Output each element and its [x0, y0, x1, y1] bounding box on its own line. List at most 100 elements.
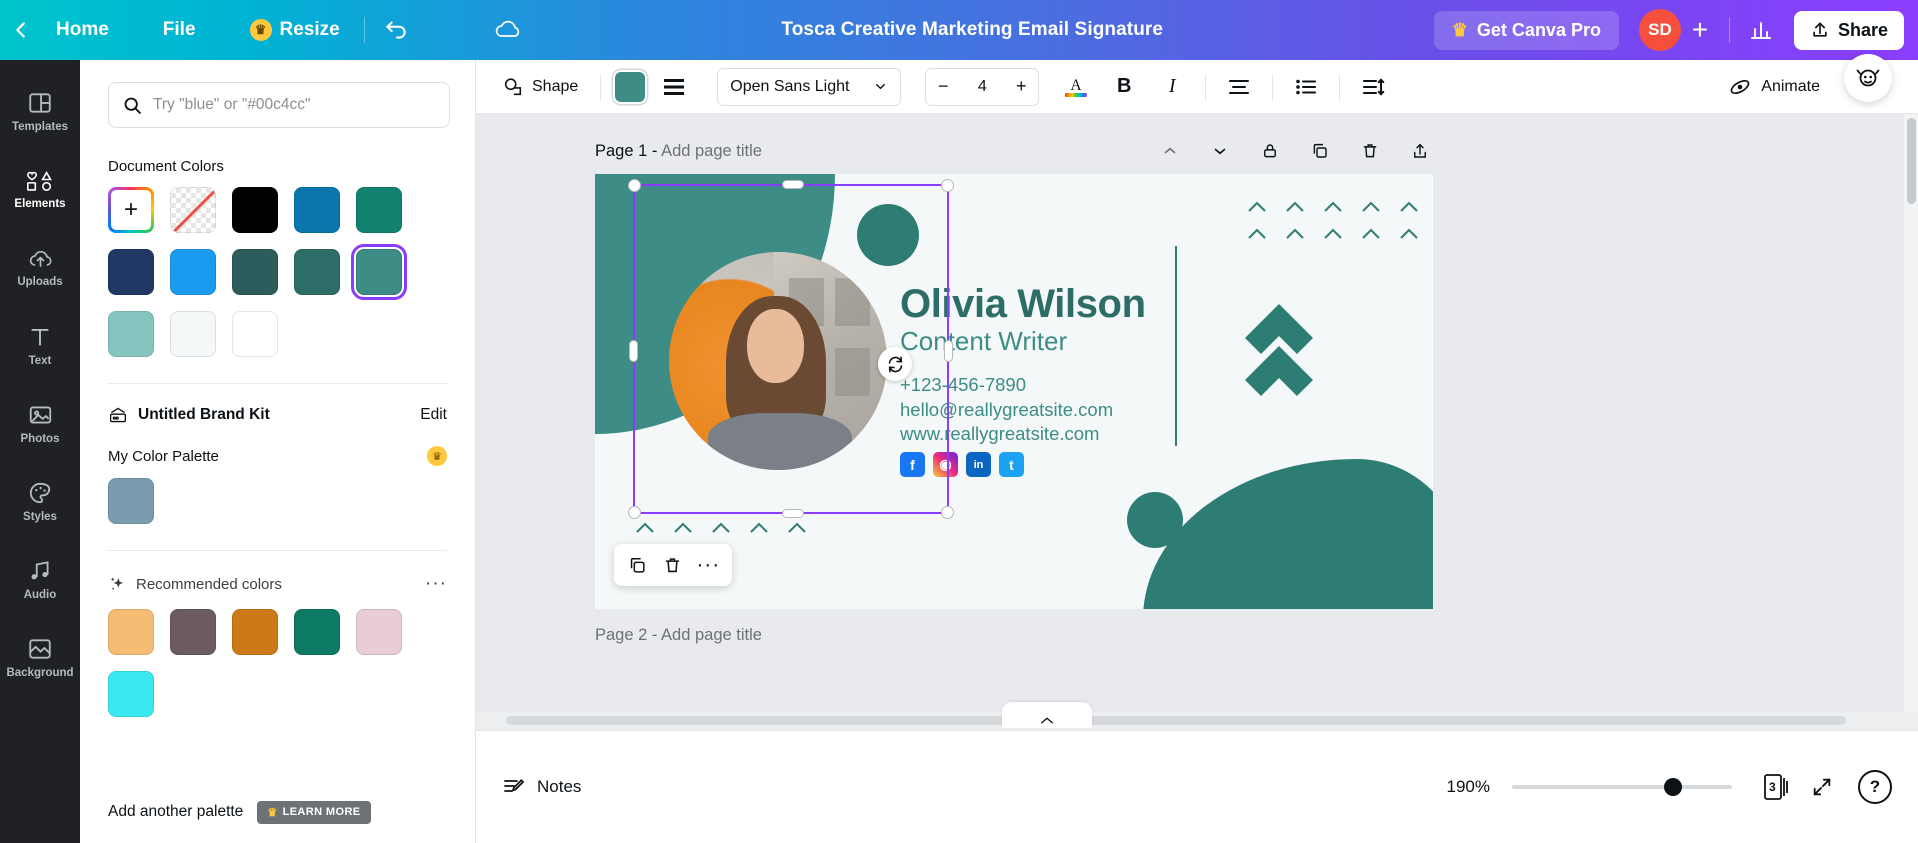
- page-manager-button[interactable]: 3: [1758, 769, 1794, 805]
- color-swatch-navy[interactable]: [108, 249, 154, 295]
- zoom-slider-knob[interactable]: [1664, 778, 1682, 796]
- sidebar-item-audio[interactable]: Audio: [0, 540, 80, 618]
- more-icon[interactable]: ···: [693, 550, 723, 580]
- back-button[interactable]: [0, 19, 42, 41]
- font-size-increase-button[interactable]: +: [1004, 76, 1038, 97]
- file-menu[interactable]: File: [149, 13, 210, 47]
- no-color-swatch[interactable]: [170, 187, 216, 233]
- color-swatch-teal-selected[interactable]: [351, 244, 407, 300]
- notes-button[interactable]: Notes: [502, 775, 581, 799]
- vertical-scrollbar[interactable]: [1904, 114, 1918, 722]
- page-label[interactable]: Page 1 - Add page title: [595, 142, 762, 161]
- recommended-swatch-mauve[interactable]: [170, 609, 216, 655]
- cloud-status-button[interactable]: [487, 9, 529, 51]
- recommended-swatch-sand[interactable]: [108, 609, 154, 655]
- sidebar-item-elements[interactable]: Elements: [0, 150, 80, 228]
- animate-label: Animate: [1761, 77, 1820, 95]
- recommended-swatch-ochre[interactable]: [232, 609, 278, 655]
- zoom-level-label[interactable]: 190%: [1447, 777, 1490, 797]
- color-swatch-green-teal[interactable]: [356, 187, 402, 233]
- signature-website[interactable]: www.reallygreatsite.com: [900, 422, 1113, 447]
- italic-button[interactable]: I: [1153, 68, 1191, 106]
- bullet-list-button[interactable]: [1287, 68, 1325, 106]
- vertical-scroll-thumb[interactable]: [1907, 118, 1916, 204]
- assistant-button[interactable]: [1844, 54, 1892, 102]
- duplicate-icon[interactable]: [623, 550, 653, 580]
- font-size-stepper[interactable]: − 4 +: [925, 67, 1040, 106]
- fullscreen-button[interactable]: [1802, 767, 1842, 807]
- signature-name[interactable]: Olivia Wilson: [900, 282, 1146, 327]
- color-swatch-teal-dark[interactable]: [294, 249, 340, 295]
- horizontal-scroll-thumb[interactable]: [506, 716, 1846, 725]
- fill-color-button[interactable]: [615, 71, 646, 102]
- text-color-button[interactable]: A: [1057, 68, 1095, 106]
- collapse-panel-tab[interactable]: [1002, 702, 1092, 728]
- collapse-page-icon[interactable]: [1157, 138, 1183, 164]
- lock-page-icon[interactable]: [1257, 138, 1283, 164]
- twitter-icon[interactable]: t: [999, 452, 1024, 477]
- get-canva-pro-button[interactable]: ♛ Get Canva Pro: [1433, 10, 1619, 50]
- font-size-value[interactable]: 4: [960, 78, 1004, 96]
- delete-page-icon[interactable]: [1357, 138, 1383, 164]
- recommended-swatch-cyan[interactable]: [108, 671, 154, 717]
- zoom-slider[interactable]: [1512, 778, 1732, 796]
- learn-more-button[interactable]: ♛ LEARN MORE: [257, 800, 371, 824]
- bold-button[interactable]: B: [1105, 68, 1143, 106]
- sidebar-item-uploads[interactable]: Uploads: [0, 228, 80, 306]
- facebook-icon[interactable]: f: [900, 452, 925, 477]
- sidebar-item-background[interactable]: Background: [0, 618, 80, 696]
- page-title-placeholder[interactable]: Add page title: [661, 142, 762, 160]
- undo-button[interactable]: [375, 9, 417, 51]
- font-family-select[interactable]: Open Sans Light: [717, 67, 902, 106]
- recommended-swatch-pine[interactable]: [294, 609, 340, 655]
- add-color-swatch[interactable]: +: [108, 187, 154, 233]
- line-spacing-button[interactable]: [1354, 68, 1392, 106]
- animate-button[interactable]: Animate: [1718, 68, 1830, 106]
- sidebar-item-photos[interactable]: Photos: [0, 384, 80, 462]
- instagram-icon[interactable]: ◉: [933, 452, 958, 477]
- rotate-handle-button[interactable]: [878, 347, 912, 381]
- recommended-swatch-blush[interactable]: [356, 609, 402, 655]
- color-swatch-dark-teal[interactable]: [232, 249, 278, 295]
- brand-logo-icon[interactable]: [1217, 296, 1357, 416]
- insights-button[interactable]: [1740, 9, 1782, 51]
- add-another-palette-button[interactable]: Add another palette: [108, 803, 243, 821]
- signature-phone[interactable]: +123-456-7890: [900, 373, 1113, 398]
- add-collaborator-button[interactable]: +: [1681, 11, 1719, 49]
- next-page-label[interactable]: Page 2 - Add page title: [595, 626, 1433, 645]
- brand-kit[interactable]: Untitled Brand Kit: [108, 406, 270, 424]
- color-swatch-blue[interactable]: [294, 187, 340, 233]
- export-page-icon[interactable]: [1407, 138, 1433, 164]
- signature-role[interactable]: Content Writer: [900, 326, 1067, 357]
- color-swatch-off-white[interactable]: [170, 311, 216, 357]
- crown-icon: ♛: [1451, 19, 1468, 40]
- text-align-button[interactable]: [1220, 68, 1258, 106]
- horizontal-scrollbar[interactable]: [476, 712, 1918, 730]
- trash-icon[interactable]: [658, 550, 688, 580]
- resize-button[interactable]: ♛ Resize: [236, 13, 354, 47]
- sidebar-item-styles[interactable]: Styles: [0, 462, 80, 540]
- font-size-decrease-button[interactable]: −: [926, 76, 960, 97]
- portrait-photo[interactable]: [669, 252, 887, 470]
- sidebar-item-templates[interactable]: Templates: [0, 72, 80, 150]
- color-swatch-black[interactable]: [232, 187, 278, 233]
- duplicate-page-icon[interactable]: [1307, 138, 1333, 164]
- palette-swatch-steel-blue[interactable]: [108, 478, 154, 524]
- signature-email[interactable]: hello@reallygreatsite.com: [900, 398, 1113, 423]
- search-input[interactable]: [108, 82, 450, 128]
- document-title[interactable]: Tosca Creative Marketing Email Signature: [781, 19, 1163, 41]
- expand-page-icon[interactable]: [1207, 138, 1233, 164]
- help-button[interactable]: ?: [1858, 770, 1892, 804]
- color-swatch-bright-blue[interactable]: [170, 249, 216, 295]
- recommended-more-button[interactable]: ···: [425, 573, 447, 595]
- share-button[interactable]: Share: [1793, 10, 1904, 50]
- linkedin-icon[interactable]: in: [966, 452, 991, 477]
- color-swatch-white[interactable]: [232, 311, 278, 357]
- lines-style-button[interactable]: [655, 68, 693, 106]
- home-button[interactable]: Home: [42, 13, 123, 47]
- shape-button[interactable]: Shape: [494, 70, 586, 104]
- color-swatch-light-teal[interactable]: [108, 311, 154, 357]
- sidebar-item-text[interactable]: Text: [0, 306, 80, 384]
- avatar[interactable]: SD: [1638, 9, 1681, 51]
- edit-brand-kit-button[interactable]: Edit: [420, 406, 447, 424]
